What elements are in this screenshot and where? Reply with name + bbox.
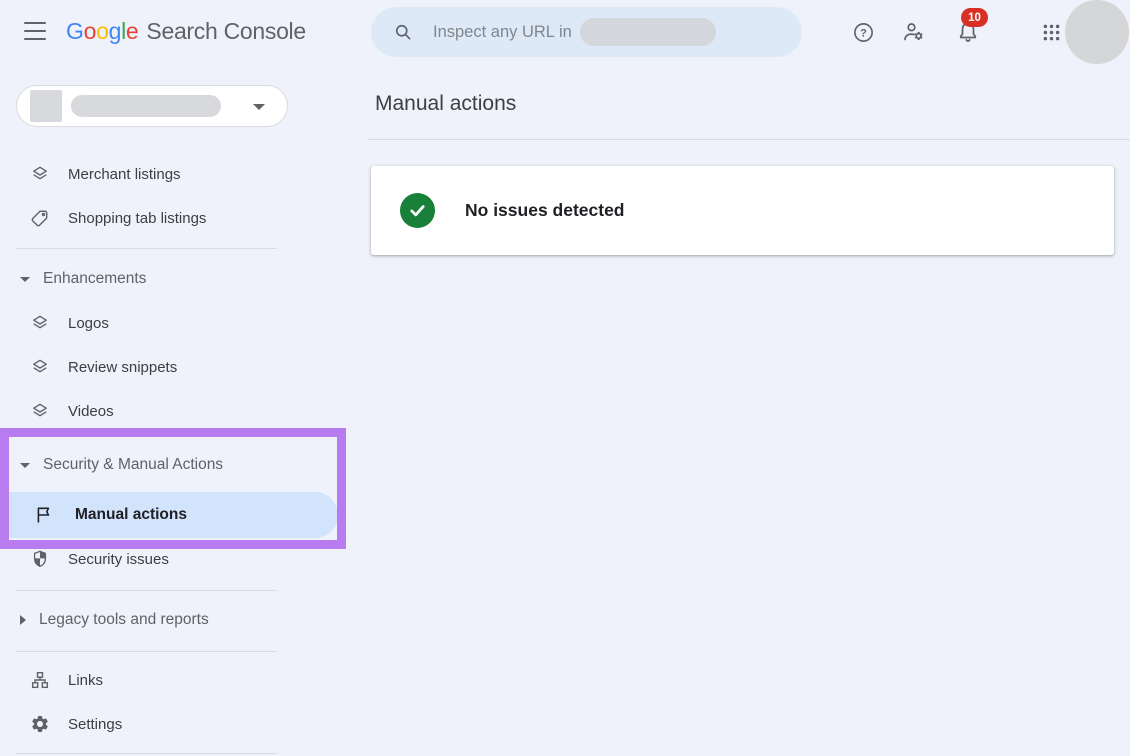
sidebar-item-label: Merchant listings xyxy=(68,166,181,183)
property-favicon xyxy=(30,90,62,122)
product-name: Search Console xyxy=(146,18,305,45)
gear-icon xyxy=(30,714,50,734)
redacted-property-name xyxy=(71,95,221,117)
layers-icon xyxy=(30,401,50,421)
layers-icon xyxy=(30,164,50,184)
layers-icon xyxy=(30,357,50,377)
google-logo: Google xyxy=(66,18,138,45)
sidebar-item-label: Settings xyxy=(68,716,122,733)
search-placeholder: Inspect any URL in xyxy=(433,23,572,42)
avatar[interactable] xyxy=(1065,0,1129,64)
search-icon xyxy=(393,22,413,42)
sidebar-divider xyxy=(16,590,277,591)
sidebar-item-label: Manual actions xyxy=(75,506,187,524)
sidebar-item-label: Videos xyxy=(68,403,114,420)
sidebar-section-security-manual-actions[interactable]: Security & Manual Actions xyxy=(0,443,292,487)
tag-icon xyxy=(30,208,50,228)
sidebar-item-videos[interactable]: Videos xyxy=(0,389,292,433)
logo-letter: e xyxy=(126,18,139,44)
sidebar-item-logos[interactable]: Logos xyxy=(0,301,292,345)
shield-icon xyxy=(30,549,50,569)
sidebar-item-security-issues[interactable]: Security issues xyxy=(0,537,292,581)
success-check-icon xyxy=(400,193,435,228)
sidebar-item-label: Links xyxy=(68,672,103,689)
chevron-right-icon xyxy=(20,615,26,625)
sidebar-item-review-snippets[interactable]: Review snippets xyxy=(0,345,292,389)
sidebar-section-legacy-tools[interactable]: Legacy tools and reports xyxy=(0,598,292,642)
url-inspect-search-input[interactable]: Inspect any URL in xyxy=(371,7,802,57)
sidebar-item-manual-actions[interactable]: Manual actions xyxy=(9,492,338,538)
logo-letter: G xyxy=(66,18,84,44)
notification-count-badge: 10 xyxy=(961,8,988,27)
page-title: Manual actions xyxy=(375,92,516,116)
sidebar-item-merchant-listings[interactable]: Merchant listings xyxy=(0,152,292,196)
apps-grid-icon xyxy=(1041,22,1062,43)
chevron-down-icon xyxy=(253,104,265,110)
sidebar-divider xyxy=(16,651,277,652)
logo-letter: o xyxy=(96,18,109,44)
svg-text:?: ? xyxy=(860,27,867,39)
chevron-down-icon xyxy=(20,277,30,282)
status-card: No issues detected xyxy=(371,166,1114,255)
user-settings-button[interactable] xyxy=(894,12,934,52)
layers-icon xyxy=(30,313,50,333)
status-message: No issues detected xyxy=(465,200,625,221)
hamburger-menu-icon[interactable] xyxy=(24,22,46,40)
sidebar-section-label: Legacy tools and reports xyxy=(39,611,209,629)
sidebar-item-links[interactable]: Links xyxy=(0,658,292,702)
sidebar-section-label: Security & Manual Actions xyxy=(43,456,223,474)
sidebar-item-label: Review snippets xyxy=(68,359,177,376)
help-button[interactable]: ? xyxy=(843,12,883,52)
app-logo: Google Search Console xyxy=(66,0,306,62)
logo-letter: o xyxy=(84,18,97,44)
sidebar-item-shopping-tab-listings[interactable]: Shopping tab listings xyxy=(0,196,292,240)
sidebar-item-settings[interactable]: Settings xyxy=(0,702,292,746)
flag-icon xyxy=(33,505,53,525)
header-divider xyxy=(368,139,1130,140)
redacted-property-pill xyxy=(580,18,716,46)
sitemap-icon xyxy=(30,670,50,690)
sidebar-divider xyxy=(16,248,277,249)
sidebar-item-label: Logos xyxy=(68,315,109,332)
sidebar-divider xyxy=(16,753,277,754)
help-icon: ? xyxy=(852,21,875,44)
logo-letter: g xyxy=(109,18,122,44)
user-gear-icon xyxy=(902,20,926,44)
sidebar-section-label: Enhancements xyxy=(43,270,146,288)
sidebar-item-label: Shopping tab listings xyxy=(68,210,206,227)
property-selector[interactable] xyxy=(16,85,288,127)
chevron-down-icon xyxy=(20,463,30,468)
sidebar-item-label: Security issues xyxy=(68,551,169,568)
sidebar-section-enhancements[interactable]: Enhancements xyxy=(0,257,292,301)
